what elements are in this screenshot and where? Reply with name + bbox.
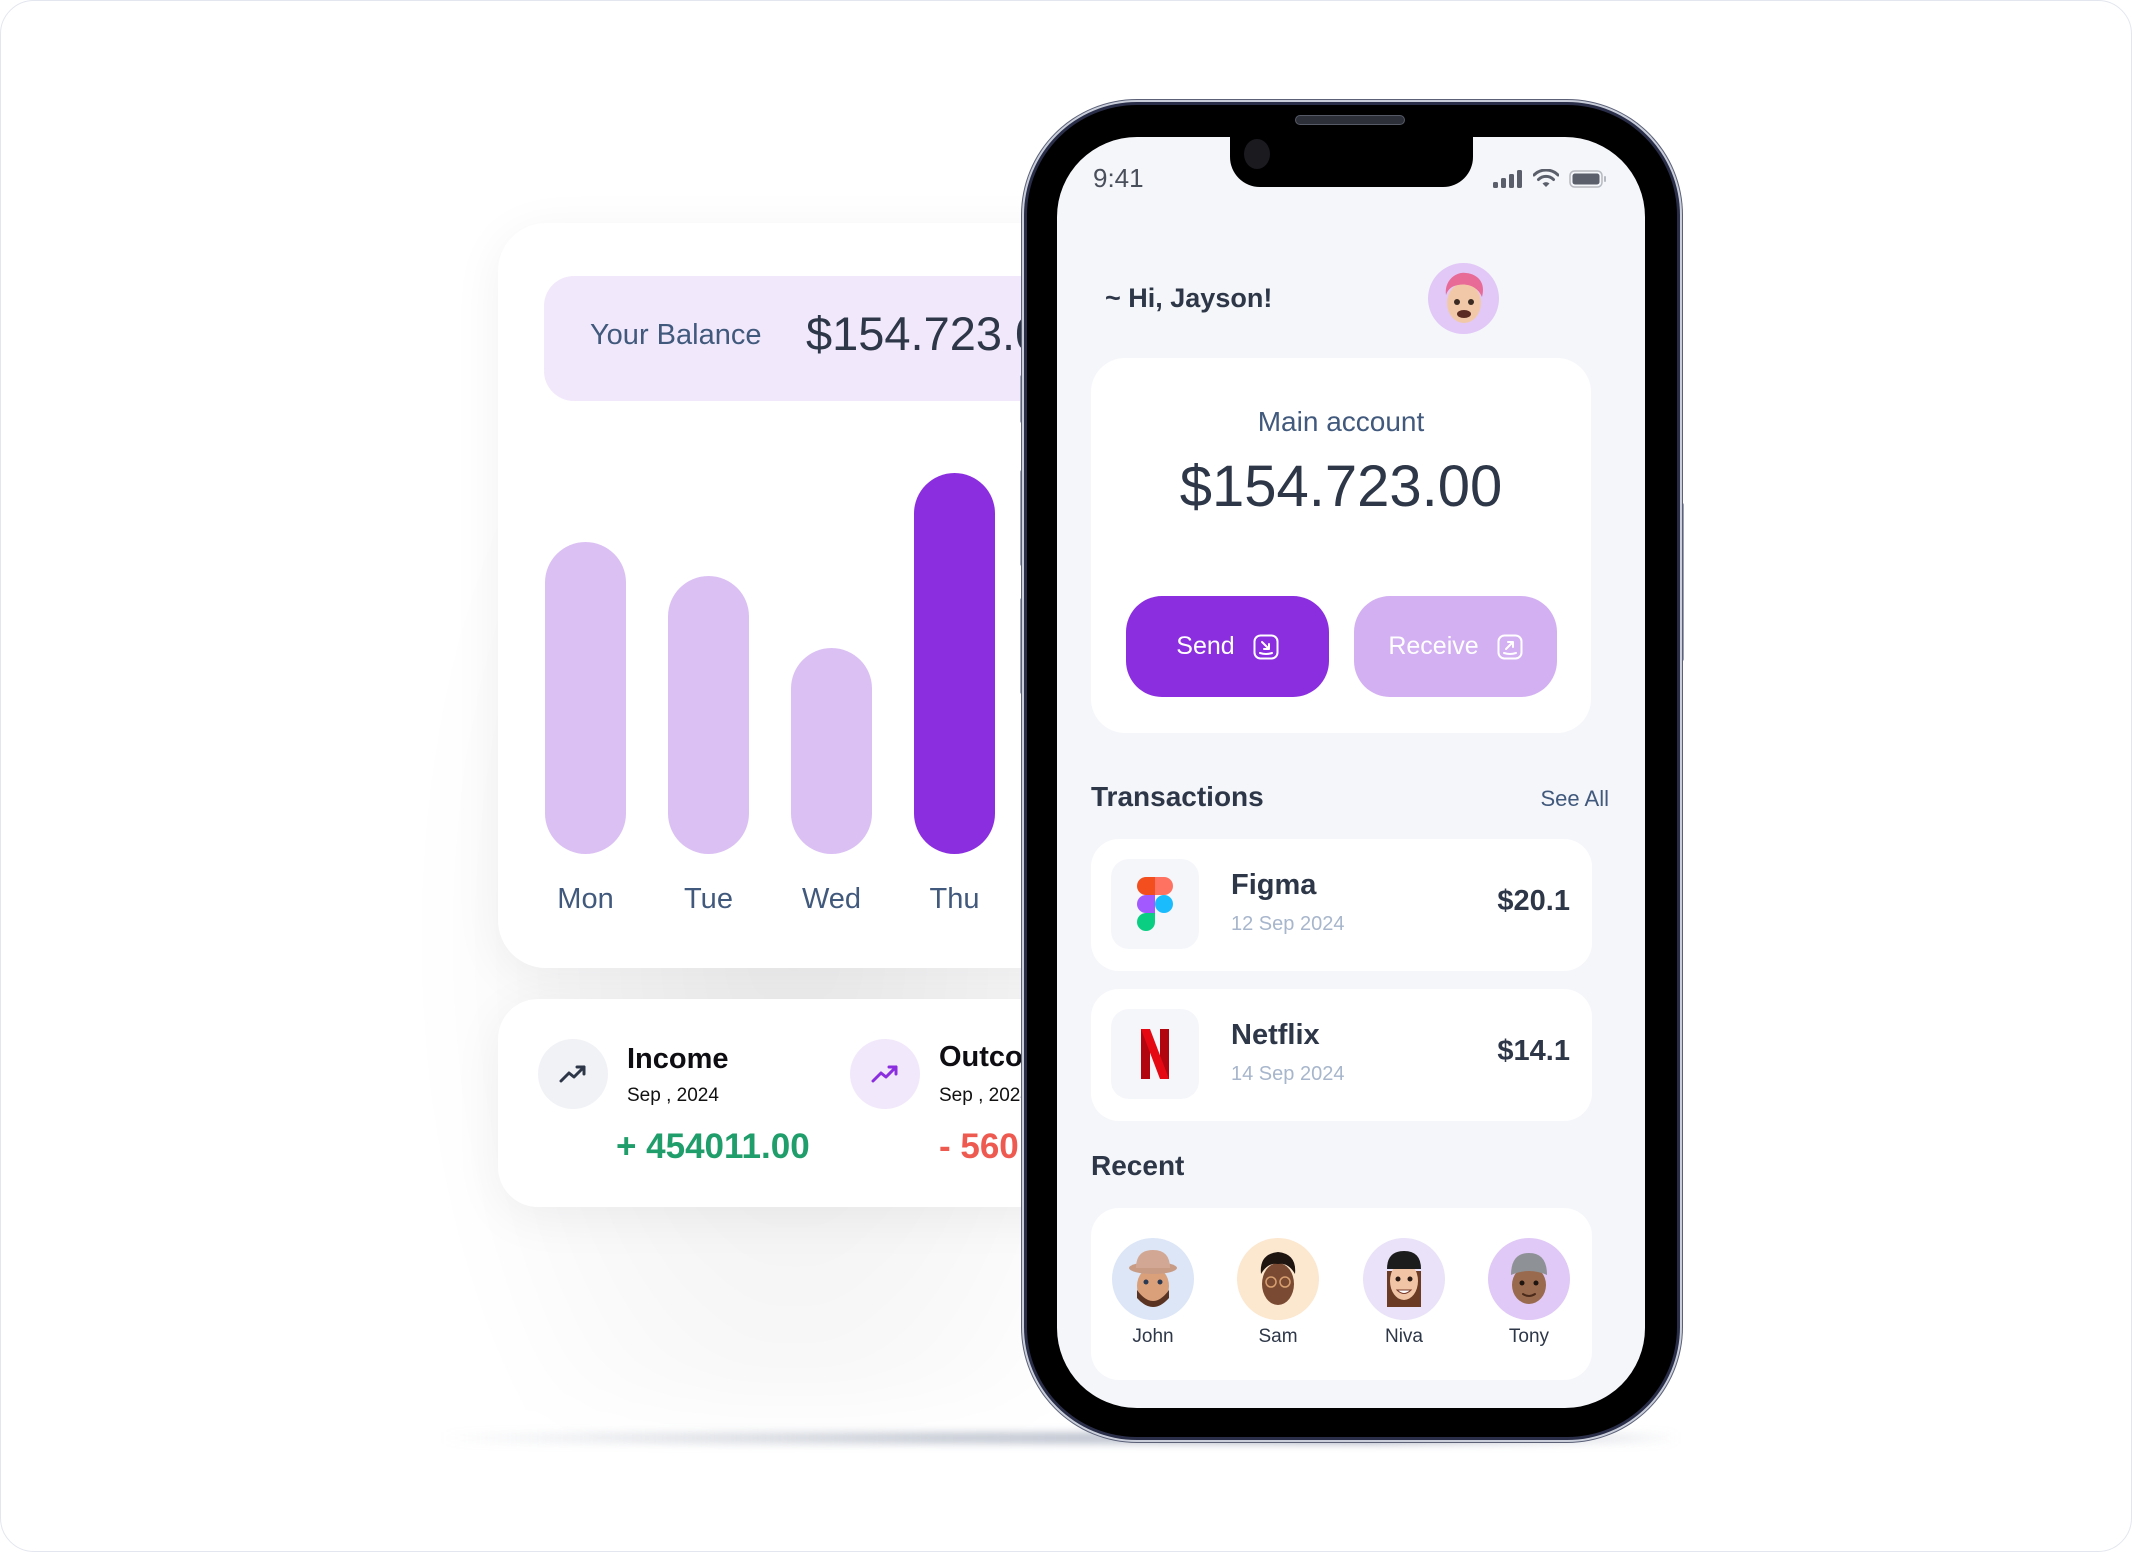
trending-up-icon <box>538 1039 608 1109</box>
contact-avatar <box>1488 1238 1570 1320</box>
volume-down-button <box>1020 598 1027 694</box>
status-time: 9:41 <box>1093 163 1144 193</box>
main-account-card: Main account $154.723.00 Send Receive <box>1091 358 1591 733</box>
send-button[interactable]: Send <box>1126 596 1329 697</box>
bar-label-mon: Mon <box>557 883 614 915</box>
figma-logo-icon <box>1111 859 1199 949</box>
outcome-amount: - 560 <box>939 1127 1019 1166</box>
earpiece-speaker <box>1295 115 1405 125</box>
transaction-date: 12 Sep 2024 <box>1231 913 1345 935</box>
income-amount: + 454011.00 <box>616 1127 810 1166</box>
income-outcome-card: Income Sep , 2024 + 454011.00 Outcome Se… <box>498 999 1118 1207</box>
power-button <box>1677 503 1684 661</box>
contact-avatar <box>1112 1238 1194 1320</box>
transaction-date: 14 Sep 2024 <box>1231 1063 1345 1085</box>
send-label: Send <box>1176 632 1235 660</box>
recent-title: Recent <box>1091 1150 1185 1181</box>
bar-mon[interactable] <box>545 541 626 854</box>
recent-contact[interactable]: Tony <box>1474 1238 1584 1348</box>
netflix-logo-icon <box>1111 1009 1199 1099</box>
income-date: Sep , 2024 <box>627 1085 719 1106</box>
bar-thu[interactable] <box>914 473 995 854</box>
see-all-link[interactable]: See All <box>1541 786 1610 812</box>
contact-avatar <box>1363 1238 1445 1320</box>
phone-mockup: 9:41 ~ Hi, Jayson! Main account $154.723… <box>1027 105 1677 1437</box>
phone-screen: 9:41 ~ Hi, Jayson! Main account $154.723… <box>1057 137 1645 1408</box>
bar-tue[interactable] <box>668 575 749 854</box>
recent-contact[interactable]: Niva <box>1349 1238 1459 1348</box>
bar-label-tue: Tue <box>684 883 733 915</box>
bar-label-wed: Wed <box>801 883 862 915</box>
recent-contacts-card: John Sam Niva Tony <box>1091 1208 1592 1380</box>
recent-contact[interactable]: Sam <box>1223 1238 1333 1348</box>
recent-contact[interactable]: John <box>1098 1238 1208 1348</box>
greeting: ~ Hi, Jayson! <box>1105 283 1273 313</box>
memoji-avatar-icon <box>1387 1251 1421 1307</box>
front-camera <box>1244 139 1270 169</box>
weekly-chart-card: Your Balance $154.723.00 Mon Tue Wed Thu <box>498 223 1118 968</box>
bar-label-thu: Thu <box>929 883 980 915</box>
user-avatar[interactable] <box>1428 263 1499 334</box>
contact-name: Sam <box>1258 1326 1298 1347</box>
receive-label: Receive <box>1388 632 1479 660</box>
main-account-label: Main account <box>1257 406 1425 437</box>
battery-icon <box>1569 170 1606 188</box>
transactions-title: Transactions <box>1091 781 1264 812</box>
mute-switch <box>1020 375 1027 423</box>
transaction-amount: $14.1 <box>1497 1035 1570 1067</box>
signal-icon <box>1493 170 1522 188</box>
contact-name: Niva <box>1384 1326 1423 1347</box>
main-account-balance: $154.723.00 <box>1179 454 1503 519</box>
transaction-name: Figma <box>1231 869 1317 901</box>
receive-arrow-icon <box>1497 634 1523 659</box>
trending-up-icon <box>850 1039 920 1109</box>
receive-button[interactable]: Receive <box>1354 596 1557 697</box>
volume-up-button <box>1020 470 1027 566</box>
contact-name: Tony <box>1508 1326 1550 1347</box>
bar-wed[interactable] <box>791 648 872 854</box>
transaction-name: Netflix <box>1231 1019 1320 1051</box>
wifi-icon <box>1533 169 1559 187</box>
contact-name: John <box>1132 1326 1174 1347</box>
memoji-avatar-icon <box>1445 272 1483 323</box>
memoji-avatar-icon <box>1129 1250 1177 1307</box>
outcome-date: Sep , 2024 <box>939 1085 1031 1106</box>
income-title: Income <box>627 1043 729 1075</box>
send-arrow-icon <box>1253 634 1279 659</box>
bar-chart: Mon Tue Wed Thu <box>498 223 1118 968</box>
transaction-row[interactable]: Netflix 14 Sep 2024 $14.1 <box>1091 989 1592 1121</box>
contact-avatar <box>1237 1238 1319 1320</box>
memoji-avatar-icon <box>1511 1253 1547 1304</box>
memoji-avatar-icon <box>1260 1252 1296 1305</box>
transaction-row[interactable]: Figma 12 Sep 2024 $20.1 <box>1091 839 1592 971</box>
status-icons <box>1493 169 1607 188</box>
notch <box>1230 137 1473 187</box>
transaction-amount: $20.1 <box>1497 885 1570 917</box>
